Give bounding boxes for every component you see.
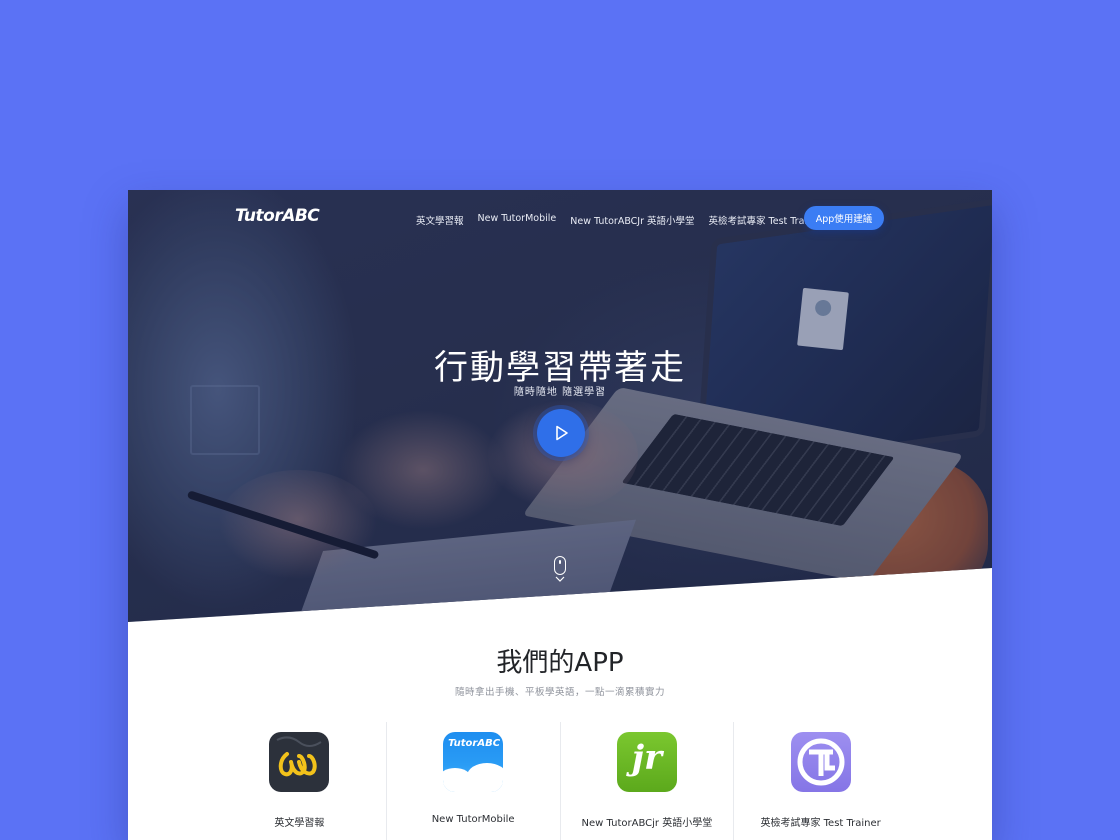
tutormobile-app-icon[interactable]: TutorABC — [443, 732, 504, 792]
nav-links: 英文學習報 New TutorMobile New TutorABCJr 英語小… — [416, 213, 823, 227]
hero-section: TutorABC 英文學習報 New TutorMobile New Tutor… — [128, 190, 992, 622]
chevron-down-icon — [555, 576, 565, 582]
tutorabc-logo[interactable]: TutorABC — [235, 206, 320, 226]
app-card-test-trainer[interactable]: 英檢考試專家 Test Trainer — [733, 722, 907, 840]
test-trainer-glyph-icon — [797, 738, 845, 786]
apps-section-title: 我們的APP — [496, 648, 624, 678]
app-card-english-news[interactable]: 英文學習報 — [213, 722, 386, 840]
cloud-icon — [443, 763, 504, 792]
app-label: New TutorABCjr 英語小學堂 — [581, 818, 713, 829]
mouse-scroll-icon[interactable] — [554, 556, 566, 575]
test-trainer-app-icon[interactable] — [790, 732, 851, 792]
landing-page-frame: TutorABC 英文學習報 New TutorMobile New Tutor… — [128, 190, 992, 840]
tutorabcjr-app-icon[interactable]: jr — [616, 732, 677, 792]
app-label: New TutorMobile — [431, 814, 515, 825]
apps-section-subtitle: 隨時拿出手機、平板學英語，一點一滴累積實力 — [454, 687, 665, 698]
app-label: 英文學習報 — [274, 818, 325, 829]
english-news-app-icon[interactable] — [269, 732, 330, 792]
nav-link-english-news[interactable]: 英文學習報 — [416, 213, 464, 227]
hero-subtitle: 隨時隨地 隨選學習 — [513, 387, 607, 398]
nav-link-tutormobile[interactable]: New TutorMobile — [478, 213, 557, 227]
app-card-tutorabcjr[interactable]: jr New TutorABCjr 英語小學堂 — [559, 722, 734, 840]
nav-link-tutorabcjr[interactable]: New TutorABCJr 英語小學堂 — [570, 213, 694, 227]
play-video-button[interactable] — [537, 409, 585, 457]
hero-title: 行動學習帶著走 — [434, 348, 686, 388]
app-label: 英檢考試專家 Test Trainer — [760, 818, 881, 829]
top-nav: TutorABC 英文學習報 New TutorMobile New Tutor… — [128, 206, 992, 232]
jr-icon-text: jr — [631, 738, 662, 778]
app-list: 英文學習報 TutorABC New TutorMobile jr New Tu… — [213, 722, 907, 840]
app-card-tutormobile[interactable]: TutorABC New TutorMobile — [385, 722, 560, 840]
english-news-glyph-icon — [276, 736, 322, 777]
app-suggestion-button[interactable]: App使用建議 — [804, 206, 884, 230]
play-icon — [556, 425, 568, 441]
